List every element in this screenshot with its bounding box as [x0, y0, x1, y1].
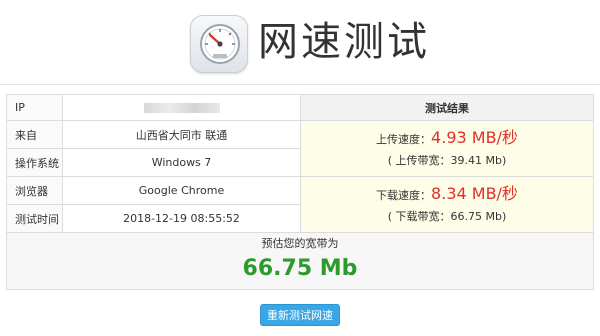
retest-button[interactable]: 重新测试网速	[260, 304, 340, 326]
header: 网速测试	[0, 0, 600, 88]
time-value: 2018-12-19 08:55:52	[62, 204, 301, 233]
upload-speed: 4.93 MB/秒	[431, 127, 518, 147]
table-row: IP 测试结果	[6, 94, 594, 121]
download-speed-line: 下载速度：8.34 MB/秒	[301, 183, 593, 207]
bandwidth-estimate: 预估您的宽带为 66.75 Mb	[6, 232, 594, 290]
os-value: Windows 7	[62, 148, 301, 177]
upload-result: 上传速度：4.93 MB/秒 ( 上传带宽：39.41 Mb)	[300, 120, 594, 177]
upload-bandwidth: ( 上传带宽：39.41 Mb)	[387, 153, 507, 167]
table-row: 来自 山西省大同市 联通 上传速度：4.93 MB/秒 ( 上传带宽：39.41…	[6, 120, 594, 177]
row-label-location: 来自	[6, 120, 63, 149]
page-title: 网速测试	[258, 19, 430, 65]
download-bandwidth: ( 下载带宽：66.75 Mb)	[387, 209, 507, 223]
table-row: 预估您的宽带为 66.75 Mb	[6, 232, 594, 290]
row-label-browser: 浏览器	[6, 176, 63, 205]
result-header: 测试结果	[300, 94, 594, 121]
download-result: 下载速度：8.34 MB/秒 ( 下载带宽：66.75 Mb)	[300, 176, 594, 233]
browser-value: Google Chrome	[62, 176, 301, 205]
table-row: 浏览器 Google Chrome 下载速度：8.34 MB/秒 ( 下载带宽：…	[6, 176, 594, 233]
location-value: 山西省大同市 联通	[62, 120, 301, 149]
row-label-time: 测试时间	[6, 204, 63, 233]
estimate-value: 66.75 Mb	[242, 256, 358, 281]
download-speed: 8.34 MB/秒	[431, 183, 518, 203]
download-label: 下载速度：	[376, 188, 432, 202]
ip-value	[62, 94, 301, 121]
speed-test-table: IP 测试结果 来自 山西省大同市 联通 上传速度：4.93 MB/秒 ( 上传…	[6, 94, 594, 290]
speedometer-icon	[190, 15, 248, 73]
upload-speed-line: 上传速度：4.93 MB/秒	[301, 127, 593, 151]
header-divider	[0, 84, 600, 85]
upload-label: 上传速度：	[376, 132, 432, 146]
row-label-ip: IP	[6, 94, 63, 121]
row-label-os: 操作系统	[6, 148, 63, 177]
estimate-label: 预估您的宽带为	[261, 237, 339, 250]
ip-redaction	[143, 103, 220, 113]
